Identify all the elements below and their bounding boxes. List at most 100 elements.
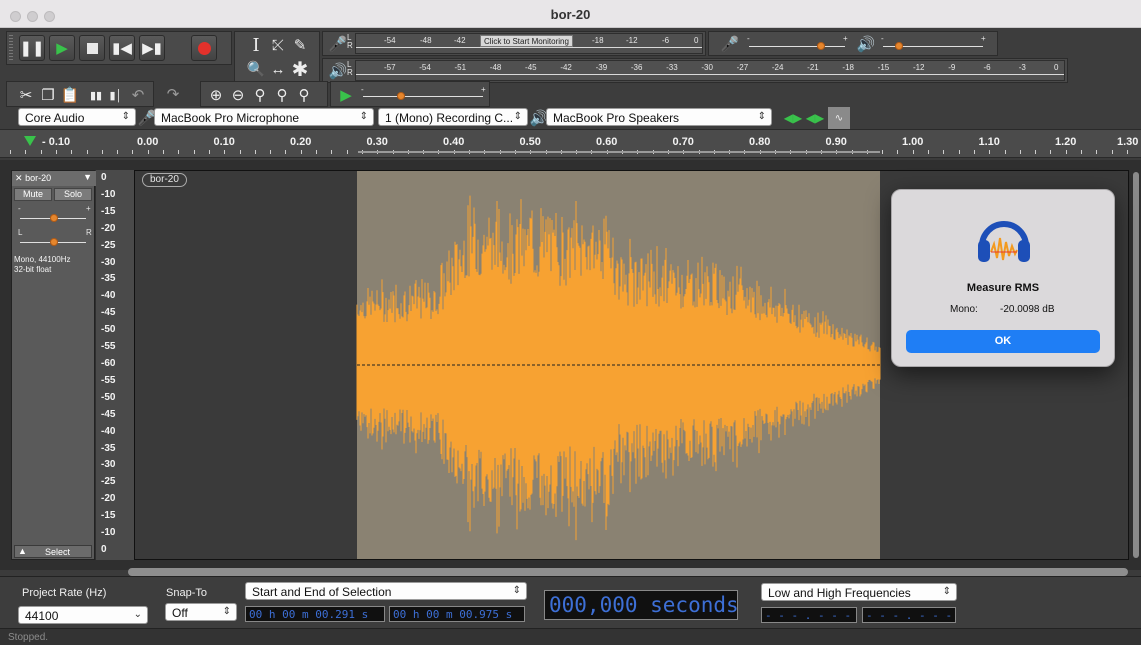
toolbar-grip[interactable] [9, 35, 13, 61]
skip-start-button[interactable]: ▮◀ [109, 35, 135, 61]
record-volume-icon-button: 🎤 [719, 33, 741, 55]
pan-slider[interactable] [50, 238, 58, 246]
stop-button[interactable] [79, 35, 105, 61]
play-head-marker[interactable] [24, 136, 36, 146]
solo-button[interactable]: Solo [54, 188, 92, 201]
fit-selection-button[interactable]: ⚲ [249, 84, 271, 106]
skip-silence-button[interactable]: ∿ [828, 107, 850, 129]
audio-host-select[interactable]: Core Audio ⇕ [18, 108, 136, 126]
play-at-speed-button[interactable]: ▶ [335, 84, 357, 106]
input-device-select[interactable]: MacBook Pro Microphone ⇕ [154, 108, 374, 126]
record-meter-tick: -42 [454, 36, 466, 45]
play-button[interactable]: ▶ [49, 35, 75, 61]
ruler-minor-tick [316, 150, 317, 154]
playback-meter[interactable]: -57 -54 -51 -48 -45 -42 -39 -36 -33 -30 -27 -24 -21-… [355, 60, 1065, 81]
selection-mode-select[interactable]: Start and End of Selection ⇕ [245, 582, 527, 600]
playback-meter-tick: -27 [736, 63, 749, 72]
ruler-minor-tick [1081, 150, 1082, 154]
envelope-icon: ⤪ [271, 36, 284, 54]
track-menu-icon[interactable]: ▼ [83, 172, 92, 182]
zoom-in-button[interactable]: ⊕ [205, 84, 227, 106]
skip-start-icon: ▮◀ [112, 40, 132, 57]
db-tick-label: -60 [101, 358, 116, 369]
ruler-minor-tick [86, 150, 88, 154]
timeshift-tool-button[interactable]: ↔ [267, 58, 289, 80]
play-icon: ▶ [340, 87, 352, 104]
horizontal-scrollbar[interactable] [128, 568, 1128, 576]
playback-meter-tick: -48 [489, 63, 502, 72]
fit-selection-icon: ⚲ [254, 87, 266, 104]
playback-meter-toolbar: 🔊 LR -57 -54 -51 -48 -45 -42 -39 -36 -33 -30 -27 -2… [322, 58, 1068, 83]
ruler-minor-tick [178, 150, 180, 154]
ok-button[interactable]: OK [906, 330, 1100, 353]
redo-button[interactable]: ↷ [162, 83, 184, 105]
ruler-tick-label: 0.20 [290, 136, 312, 148]
playback-volume-slider[interactable] [895, 42, 903, 50]
ruler-minor-tick [55, 150, 57, 154]
selection-end-time[interactable]: 00 h 00 m 00.975 s [389, 606, 525, 622]
spectral-selection-select[interactable]: Low and High Frequencies ⇕ [761, 583, 957, 601]
track-name-bar[interactable]: ✕ bor-20 ▼ [12, 171, 96, 186]
copy-button[interactable]: ❐ [37, 84, 59, 106]
mute-button[interactable]: Mute [14, 188, 52, 201]
record-button[interactable] [191, 35, 217, 61]
multi-tool-button[interactable]: ✱ [289, 58, 311, 81]
low-frequency-field[interactable]: - - - . - - - kHz [761, 607, 857, 623]
db-tick-label: -55 [101, 341, 116, 353]
zoom-toggle-button[interactable]: ⚲ [293, 84, 315, 106]
monitor-button[interactable]: Click to Start Monitoring [480, 35, 573, 47]
record-meter[interactable]: -54 -48 -42 -18 -12 -6 0 Click to Start Monito… [355, 33, 703, 54]
db-tick-label: -50 [101, 391, 116, 403]
audio-position-display[interactable]: 000,000 seconds [544, 590, 738, 620]
ruler-minor-tick [882, 150, 884, 154]
output-device-select[interactable]: MacBook Pro Speakers ⇕ [546, 108, 772, 126]
playback-meter-tick: -21 [807, 63, 819, 72]
paste-button[interactable]: 📋 [59, 84, 81, 106]
zoom-normal-button[interactable]: ◀▶ [804, 107, 826, 129]
high-frequency-field[interactable]: - - - . - - - kHz [862, 607, 956, 623]
speed-track [363, 96, 483, 97]
record-meter-button[interactable]: 🎤 [327, 33, 349, 55]
silence-button[interactable]: ▮│ [105, 84, 127, 106]
playback-meter-button[interactable]: 🔊 [327, 60, 349, 82]
db-tick-label: -10 [101, 188, 116, 200]
draw-tool-button[interactable]: ✎ [289, 34, 311, 56]
audacity-window: bor-20 ❚❚ ▶ ▮◀ ▶▮ I ⤪ ✎ 🔍 ↔ ✱ 🎤 LR -54 -4… [0, 0, 1141, 645]
timeline-ruler[interactable]: - 0.10 0.00 0.10 0.20 0.30 0.40 0.50 0.60 0.70 0.… [0, 129, 1141, 158]
chevron-updown-icon: ⇕ [512, 585, 521, 596]
record-meter-toolbar: 🎤 LR -54 -48 -42 -18 -12 -6 0 Click to Start M… [322, 31, 706, 56]
ruler-minor-tick [346, 150, 348, 154]
sync-lock-button[interactable]: ◀▶ [782, 107, 804, 129]
skip-end-button[interactable]: ▶▮ [139, 35, 165, 61]
project-rate-select[interactable]: 44100 ⌄ [18, 606, 148, 624]
trim-button[interactable]: ▮▮ [85, 84, 107, 106]
asterisk-icon: ✱ [291, 58, 309, 81]
pause-button[interactable]: ❚❚ [19, 35, 45, 61]
zoom-tool-button[interactable]: 🔍 [245, 58, 267, 80]
close-track-icon[interactable]: ✕ [15, 173, 23, 183]
envelope-tool-button[interactable]: ⤪ [267, 34, 289, 56]
db-tick-label: -50 [101, 324, 116, 336]
ruler-minor-tick [147, 150, 149, 154]
vertical-scrollbar[interactable] [1133, 172, 1139, 558]
snap-to-select[interactable]: Off ⇕ [165, 603, 237, 621]
gain-slider[interactable] [50, 214, 58, 222]
db-tick-label: -25 [101, 476, 116, 488]
undo-button[interactable]: ↶ [127, 84, 149, 106]
selection-tool-button[interactable]: I [245, 34, 267, 56]
db-vertical-ruler[interactable]: 0 -10 -15 -20 -25 -30 -35 -40 -45 -50 -55 -60 -55 -50… [96, 170, 134, 560]
selection-start-time[interactable]: 00 h 00 m 00.291 s [245, 606, 385, 622]
ruler-minor-tick [239, 150, 241, 154]
cut-button[interactable]: ✂ [15, 84, 37, 106]
playback-volume-plus: + [981, 34, 986, 43]
ruler-tick-label: - 0.10 [42, 136, 71, 148]
select-track-button[interactable]: ▲ Select [14, 545, 92, 558]
playback-meter-tick: -30 [701, 63, 713, 72]
zoom-out-button[interactable]: ⊖ [227, 84, 249, 106]
channels-select[interactable]: 1 (Mono) Recording C... ⇕ [378, 108, 528, 126]
speed-slider[interactable] [397, 92, 405, 100]
speed-minus: - [361, 85, 364, 94]
project-rate-label: Project Rate (Hz) [22, 587, 107, 599]
fit-project-button[interactable]: ⚲ [271, 84, 293, 106]
record-volume-slider[interactable] [817, 42, 825, 50]
